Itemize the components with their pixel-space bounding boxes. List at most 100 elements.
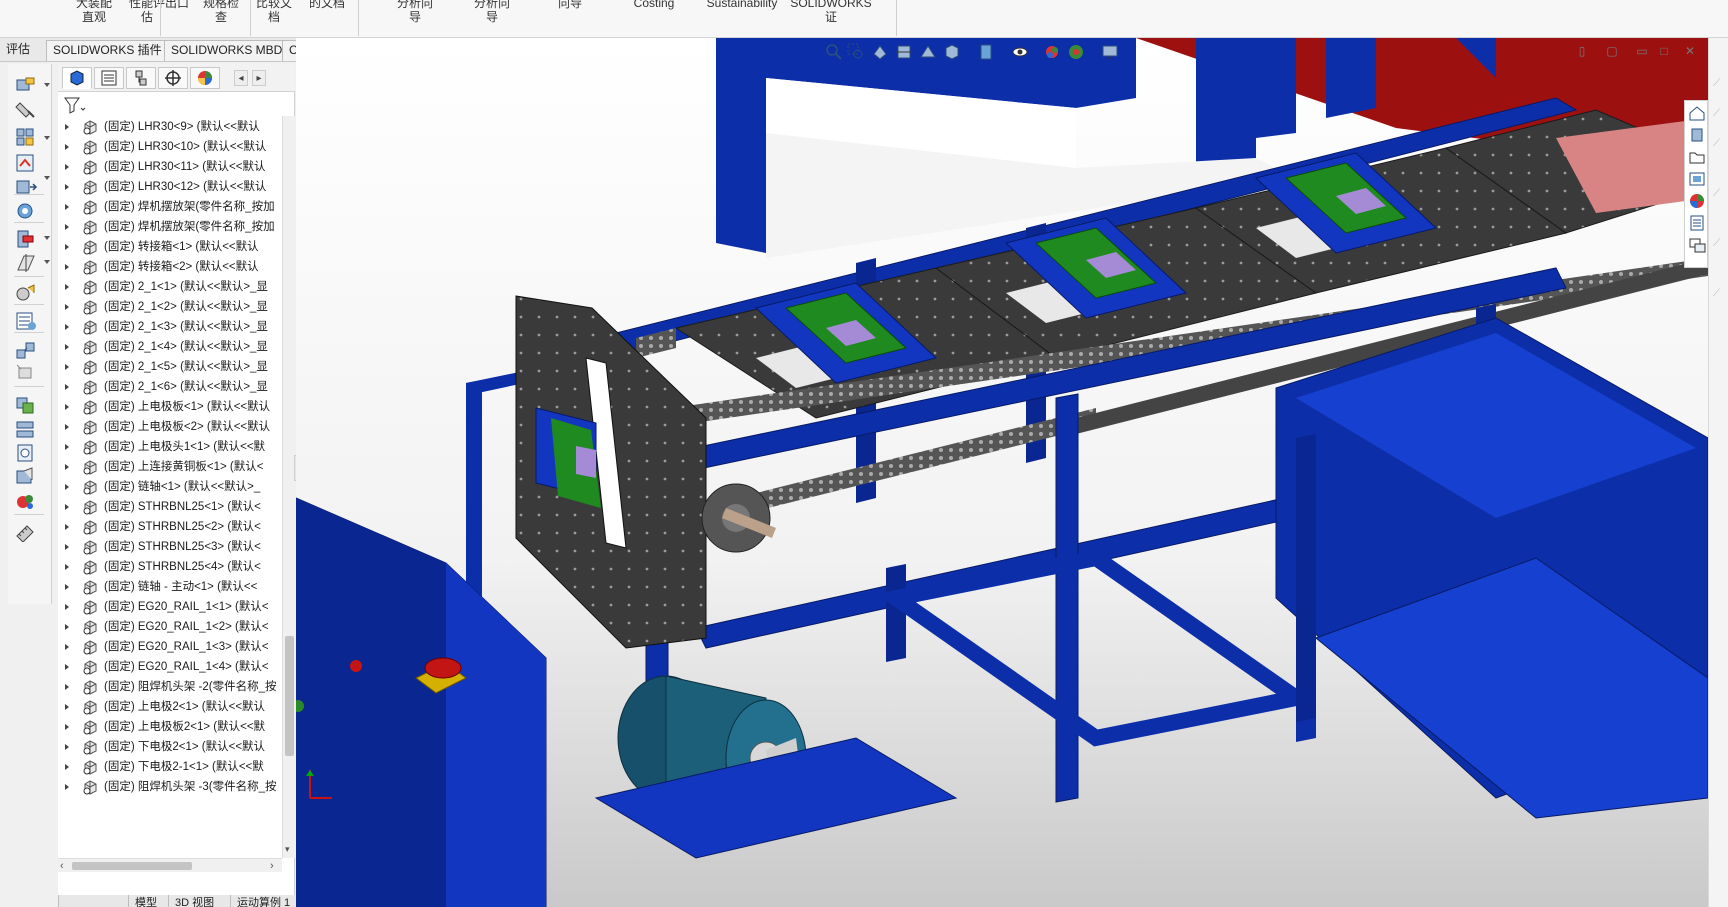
view-settings-icon[interactable] xyxy=(1100,42,1120,62)
tree-item[interactable]: (固定) 上连接黄铜板<1> (默认< xyxy=(58,456,282,478)
pin-icon[interactable]: ⟋ xyxy=(1713,238,1725,249)
expand-arrow-icon[interactable] xyxy=(65,684,69,690)
tree-item[interactable]: (固定) LHR30<9> (默认<<默认 xyxy=(58,116,282,138)
forum-icon[interactable] xyxy=(1687,235,1707,255)
tree-item[interactable]: (固定) 上电极板<2> (默认<<默认 xyxy=(58,416,282,438)
pin-icon[interactable]: ⟋ xyxy=(1713,188,1725,199)
tree-item[interactable]: (固定) 2_1<4> (默认<<默认>_显 xyxy=(58,336,282,358)
chevron-down-icon[interactable] xyxy=(44,260,50,264)
tab-evaluate[interactable]: 评估 xyxy=(0,40,36,61)
tree-item[interactable]: (固定) 链轴 - 主动<1> (默认<< xyxy=(58,576,282,598)
smart-fasteners-icon[interactable] xyxy=(14,152,38,174)
expand-arrow-icon[interactable] xyxy=(65,484,69,490)
chevron-down-icon[interactable] xyxy=(44,136,50,140)
tab-property-manager[interactable] xyxy=(94,67,124,89)
tree-item[interactable]: (固定) 2_1<3> (默认<<默认>_显 xyxy=(58,316,282,338)
expand-arrow-icon[interactable] xyxy=(65,664,69,670)
tree-item[interactable]: (固定) LHR30<11> (默认<<默认 xyxy=(58,156,282,178)
show-hidden-components-icon[interactable] xyxy=(14,200,38,222)
minimize-icon[interactable]: ▭ xyxy=(1634,44,1650,58)
ribbon-item-analysis-wizard-2[interactable]: 分析向 导 xyxy=(464,0,520,24)
expand-arrow-icon[interactable] xyxy=(65,524,69,530)
expand-arrow-icon[interactable] xyxy=(65,784,69,790)
section-view-icon[interactable] xyxy=(894,42,914,62)
ribbon-item-solidworks-cert[interactable]: SOLIDWORKS 证 xyxy=(786,0,876,24)
tree-item[interactable]: (固定) 下电极2<1> (默认<<默认 xyxy=(58,736,282,758)
scrollbar-thumb[interactable] xyxy=(72,862,192,870)
design-library-icon[interactable] xyxy=(1687,125,1707,145)
custom-properties-icon[interactable] xyxy=(1687,213,1707,233)
tab-scroll-left-button[interactable]: ◂ xyxy=(234,70,248,86)
tree-item[interactable]: (固定) 阻焊机头架 -2(零件名称_按 xyxy=(58,676,282,698)
tree-item[interactable]: (固定) 焊机摆放架(零件名称_按加 xyxy=(58,216,282,238)
view-orientation-icon[interactable] xyxy=(942,42,962,62)
ribbon-item-sustainability[interactable]: Sustainability xyxy=(692,0,792,10)
tree-item[interactable]: (固定) EG20_RAIL_1<2> (默认< xyxy=(58,616,282,638)
ribbon-item-spec-check[interactable]: 规格检 查 xyxy=(196,0,246,24)
exploded-view-icon[interactable] xyxy=(14,340,38,362)
chevron-down-icon[interactable] xyxy=(44,83,50,87)
maximize-icon[interactable]: □ xyxy=(1656,44,1672,58)
pin-icon[interactable]: ⟋ xyxy=(1713,288,1725,299)
ribbon-item-costing[interactable]: Costing xyxy=(626,0,682,10)
new-motion-study-icon[interactable] xyxy=(14,282,38,304)
mate-icon[interactable] xyxy=(14,100,38,122)
measure-icon[interactable] xyxy=(14,466,38,488)
expand-arrow-icon[interactable] xyxy=(65,424,69,430)
expand-arrow-icon[interactable] xyxy=(65,264,69,270)
assembly-features-icon[interactable] xyxy=(14,228,38,250)
chevron-down-icon[interactable] xyxy=(44,176,50,180)
expand-arrow-icon[interactable] xyxy=(65,224,69,230)
tree-item[interactable]: (固定) EG20_RAIL_1<3> (默认< xyxy=(58,636,282,658)
expand-arrow-icon[interactable] xyxy=(65,364,69,370)
tree-item[interactable]: (固定) EG20_RAIL_1<4> (默认< xyxy=(58,656,282,678)
tree-item[interactable]: (固定) 上电极板<1> (默认<<默认 xyxy=(58,396,282,418)
view-palette-icon[interactable] xyxy=(1687,169,1707,189)
insert-component-icon[interactable] xyxy=(14,74,38,96)
ribbon-item-documents[interactable]: 的文档 xyxy=(302,0,352,10)
tree-item[interactable]: (固定) LHR30<10> (默认<<默认 xyxy=(58,136,282,158)
expand-arrow-icon[interactable] xyxy=(65,444,69,450)
feature-tree-horizontal-scrollbar[interactable]: ‹ › xyxy=(58,858,282,872)
tree-item[interactable]: (固定) 下电极2-1<1> (默认<<默 xyxy=(58,756,282,778)
expand-arrow-icon[interactable] xyxy=(65,284,69,290)
hide-show-items-icon[interactable] xyxy=(1010,42,1030,62)
chevron-down-icon[interactable] xyxy=(44,236,50,240)
expand-arrow-icon[interactable] xyxy=(65,324,69,330)
tree-item[interactable]: (固定) 2_1<5> (默认<<默认>_显 xyxy=(58,356,282,378)
tab-configuration-manager[interactable] xyxy=(126,67,156,89)
expand-arrow-icon[interactable] xyxy=(65,184,69,190)
tree-item[interactable]: (固定) EG20_RAIL_1<1> (默认< xyxy=(58,596,282,618)
mass-properties-icon[interactable] xyxy=(14,490,38,512)
expand-arrow-icon[interactable] xyxy=(65,584,69,590)
dynamic-annotation-icon[interactable] xyxy=(918,42,938,62)
tab-model[interactable]: 模型 xyxy=(128,895,163,907)
tree-item[interactable]: (固定) 转接箱<2> (默认<<默认 xyxy=(58,256,282,278)
expand-arrow-icon[interactable] xyxy=(65,164,69,170)
pin-icon[interactable]: ⟋ xyxy=(1713,78,1725,89)
close-icon[interactable]: ✕ xyxy=(1682,44,1698,58)
expand-arrow-icon[interactable] xyxy=(65,304,69,310)
expand-arrow-icon[interactable] xyxy=(65,604,69,610)
bill-of-materials-icon[interactable] xyxy=(14,310,38,332)
ribbon-item-compare-docs[interactable]: 比较文 档 xyxy=(252,0,296,24)
tree-item[interactable]: (固定) 2_1<1> (默认<<默认>_显 xyxy=(58,276,282,298)
assembly-visualization-icon[interactable] xyxy=(14,520,38,543)
tree-item[interactable]: (固定) STHRBNL25<4> (默认< xyxy=(58,556,282,578)
tree-item[interactable]: (固定) STHRBNL25<3> (默认< xyxy=(58,536,282,558)
tab-solidworks-mbd[interactable]: SOLIDWORKS MBD xyxy=(164,40,290,61)
tree-item[interactable]: (固定) STHRBNL25<2> (默认< xyxy=(58,516,282,538)
tab-3d-view[interactable]: 3D 视图 xyxy=(168,895,220,907)
tree-item[interactable]: (固定) 转接箱<1> (默认<<默认 xyxy=(58,236,282,258)
expand-arrow-icon[interactable] xyxy=(65,704,69,710)
apply-scene-icon[interactable] xyxy=(1066,42,1086,62)
scroll-left-icon[interactable]: ‹ xyxy=(60,859,64,873)
linear-pattern-icon[interactable] xyxy=(14,126,38,148)
home-icon[interactable] xyxy=(1687,103,1707,123)
expand-arrow-icon[interactable] xyxy=(65,744,69,750)
tab-scroll-right-button[interactable]: ▸ xyxy=(252,70,266,86)
edit-appearance-icon[interactable] xyxy=(1042,42,1062,62)
expand-arrow-icon[interactable] xyxy=(65,644,69,650)
appearances-icon[interactable] xyxy=(1687,191,1707,211)
instant3d-icon[interactable] xyxy=(14,362,38,384)
